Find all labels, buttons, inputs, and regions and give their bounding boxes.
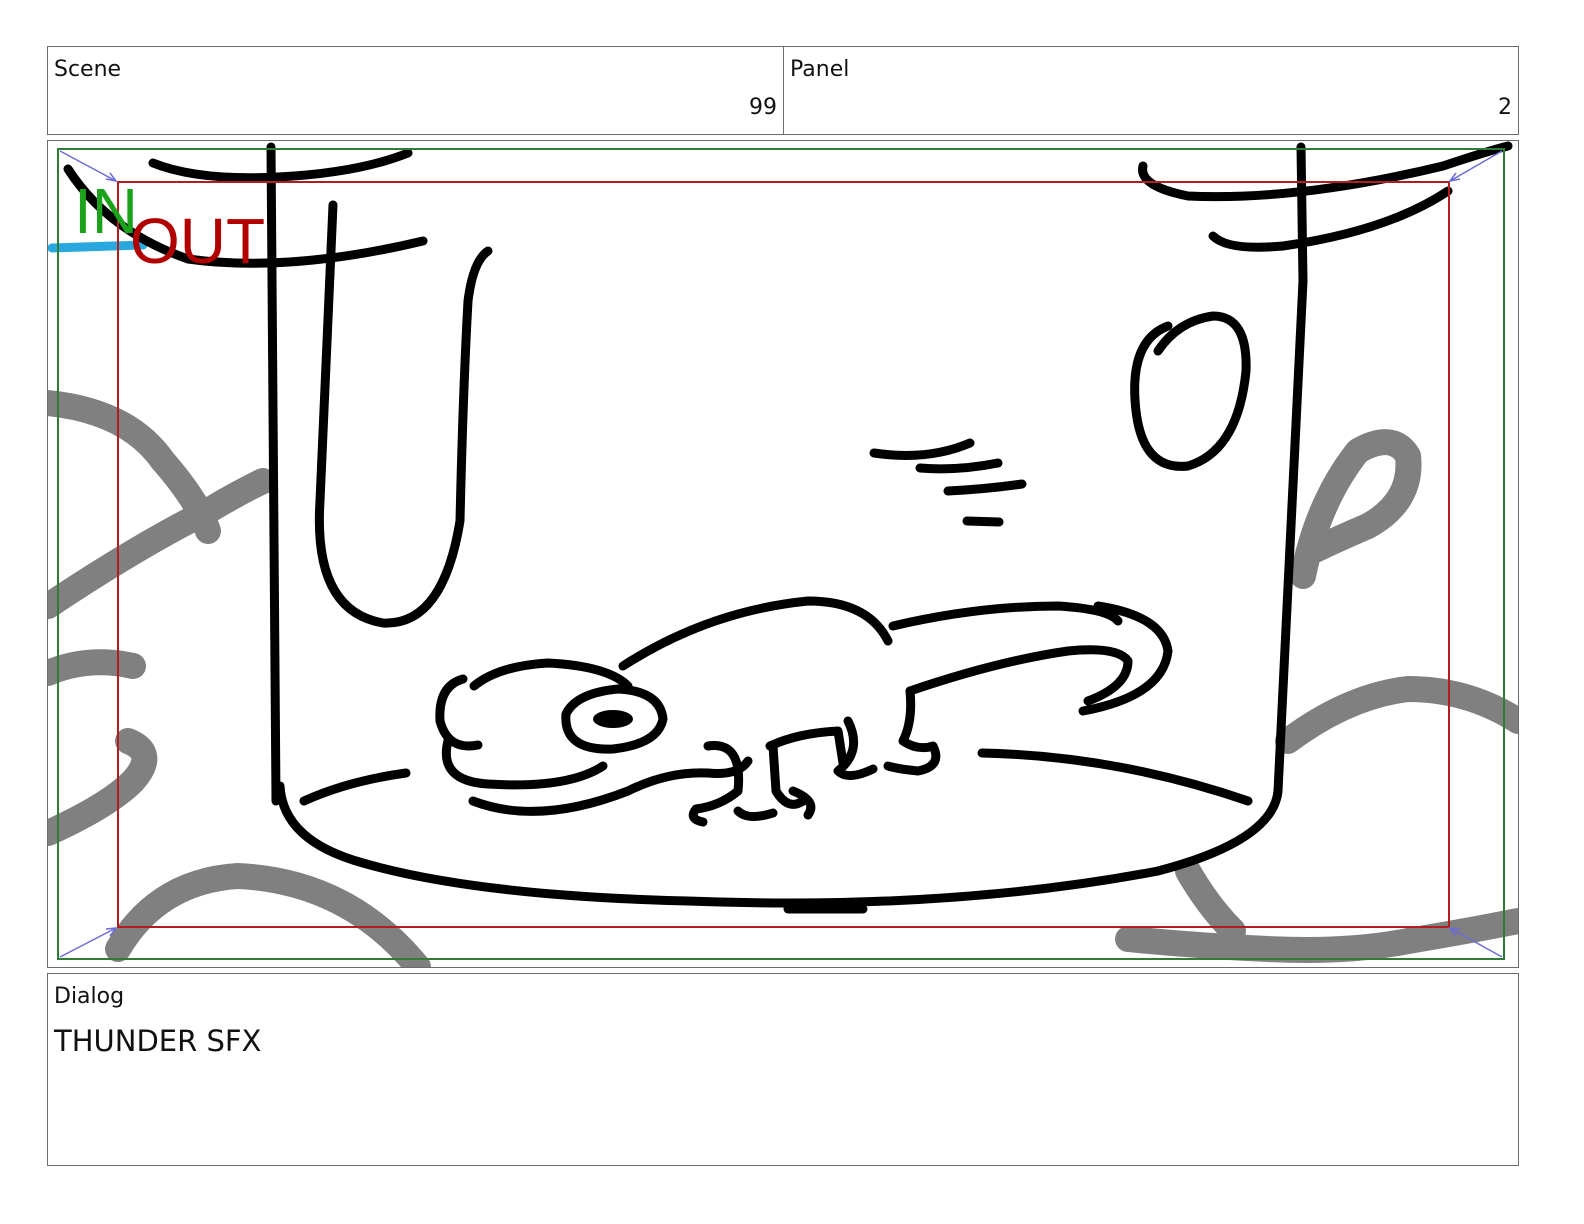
in-marker: IN — [74, 175, 138, 247]
dialog-label: Dialog — [54, 984, 125, 1009]
salamander-eye — [593, 710, 633, 728]
scene-label: Scene — [54, 57, 122, 82]
scene-number: 99 — [749, 95, 777, 120]
panel-label: Panel — [790, 57, 850, 82]
background-strokes — [48, 390, 1518, 967]
dialog-field: Dialog THUNDER SFX — [47, 973, 1519, 1166]
sketch-canvas: IN OUT — [48, 141, 1518, 967]
panel-number: 2 — [1498, 95, 1512, 120]
dialog-text: THUNDER SFX — [54, 1024, 262, 1058]
storyboard-frame[interactable]: IN OUT — [47, 140, 1519, 968]
jar-sketch — [63, 141, 1513, 914]
out-marker: OUT — [130, 205, 265, 277]
scene-field: Scene 99 — [47, 46, 784, 135]
panel-field: Panel 2 — [783, 46, 1519, 135]
